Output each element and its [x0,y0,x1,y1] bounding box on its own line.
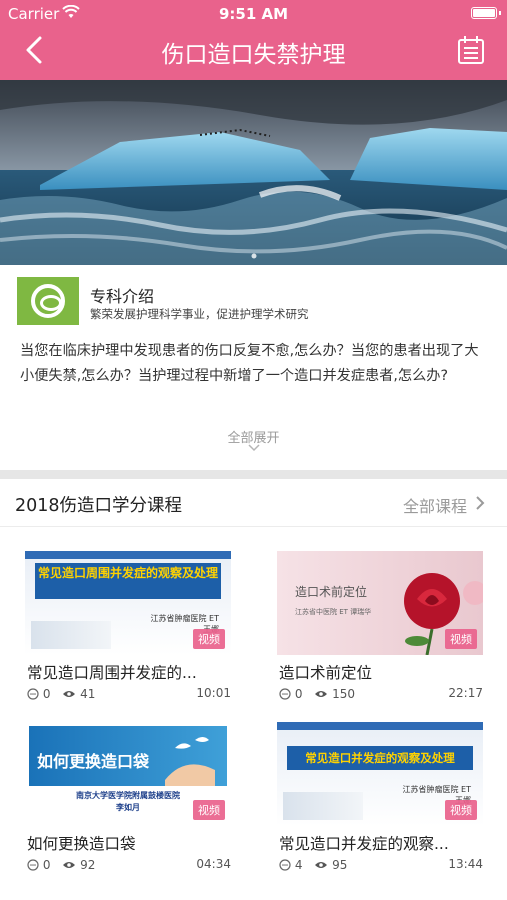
view-count: 92 [80,857,96,872]
comment-count: 0 [294,686,303,701]
course-meta: 4 95 13:44 [279,857,483,873]
comment-icon [27,858,39,871]
course-thumbnail[interactable]: 如何更换造口袋 南京大学医学院附属鼓楼医院 李如月 视频 [25,722,231,826]
slide-title: 常见造口周围并发症的观察及处理 [35,563,221,599]
course-title[interactable]: 常见造口并发症的观察... [279,832,483,854]
eye-icon [63,690,76,697]
calendar-list-icon [458,36,484,64]
section-title: 2018伤造口学分课程 [15,496,183,516]
course-title[interactable]: 造口术前定位 [279,661,483,683]
top-bar: Carrier 9:51 AM 伤口造口失禁护理 [0,0,507,80]
course-card[interactable]: 常见造口并发症的观察及处理 江苏省肿瘤医院 ET 王娜 视频 常见造口并发症的观… [277,722,483,882]
eye-icon [63,861,76,868]
section-divider [0,470,507,479]
view-count: 150 [332,686,356,701]
course-card[interactable]: 如何更换造口袋 南京大学医学院附属鼓楼医院 李如月 视频 如何更换造口袋 0 9… [25,722,231,882]
specialty-intro: 专科介绍 繁荣发展护理科学事业，促进护理学术研究 当您在临床护理中发现患者的伤口… [0,265,507,470]
slide-title: 造口术前定位 [295,585,368,599]
chevron-down-icon[interactable] [248,444,260,452]
course-duration: 22:17 [448,686,483,700]
course-duration: 04:34 [196,857,231,871]
course-card[interactable]: 造口术前定位 江苏省中医院 ET 谭瑞华 视频 造口术前定位 0 150 22:… [277,551,483,711]
dove-hands-image [165,737,215,786]
banner-image[interactable] [0,80,507,265]
calendar-button[interactable] [457,35,485,65]
specialty-logo-icon [17,277,79,325]
status-bar: Carrier 9:51 AM [0,0,507,26]
comment-count: 0 [42,857,51,872]
battery-icon [471,7,501,19]
video-badge: 视频 [445,800,477,820]
course-duration: 13:44 [448,857,483,871]
chevron-right-icon[interactable] [475,495,485,511]
eye-icon [315,861,328,868]
video-badge: 视频 [193,629,225,649]
course-meta: 0 150 22:17 [279,686,483,702]
all-courses-link[interactable]: 全部课程 [403,493,467,517]
comment-icon [279,858,291,871]
page-title: 伤口造口失禁护理 [161,42,346,68]
video-badge: 视频 [445,629,477,649]
intro-body: 当您在临床护理中发现患者的伤口反复不愈,怎么办？当您的患者出现了大小便失禁,怎么… [20,343,479,384]
video-badge: 视频 [193,800,225,820]
comment-count: 0 [42,686,51,701]
comment-count: 4 [294,857,303,872]
intro-subtitle: 繁荣发展护理科学事业，促进护理学术研究 [90,307,309,321]
course-card[interactable]: 常见造口周围并发症的观察及处理 江苏省肿瘤医院 ET 王娜 视频 常见造口周围并… [25,551,231,711]
course-meta: 0 41 10:01 [27,686,231,702]
slide-author: 江苏省肿瘤医院 ET [150,614,219,623]
comment-icon [27,687,39,700]
course-duration: 10:01 [196,686,231,700]
course-thumbnail[interactable]: 常见造口并发症的观察及处理 江苏省肿瘤医院 ET 王娜 视频 [277,722,483,826]
slide-author: 江苏省肿瘤医院 ET [402,785,471,794]
slide-author: 江苏省中医院 ET 谭瑞华 [295,608,372,616]
course-thumbnail[interactable]: 造口术前定位 江苏省中医院 ET 谭瑞华 视频 [277,551,483,655]
course-meta: 0 92 04:34 [27,857,231,873]
slide-title: 常见造口并发症的观察及处理 [287,746,473,770]
comment-icon [279,687,291,700]
slide-title: 如何更换造口袋 [37,752,150,771]
course-title[interactable]: 如何更换造口袋 [27,832,231,854]
intro-title: 专科介绍 [90,287,155,306]
course-section-header: 2018伤造口学分课程 全部课程 [0,479,507,527]
course-thumbnail[interactable]: 常见造口周围并发症的观察及处理 江苏省肿瘤医院 ET 王娜 视频 [25,551,231,655]
status-time: 9:51 AM [218,5,289,23]
view-count: 95 [332,857,348,872]
course-title[interactable]: 常见造口周围并发症的... [27,661,231,683]
eye-icon [315,690,328,697]
view-count: 41 [80,686,96,701]
